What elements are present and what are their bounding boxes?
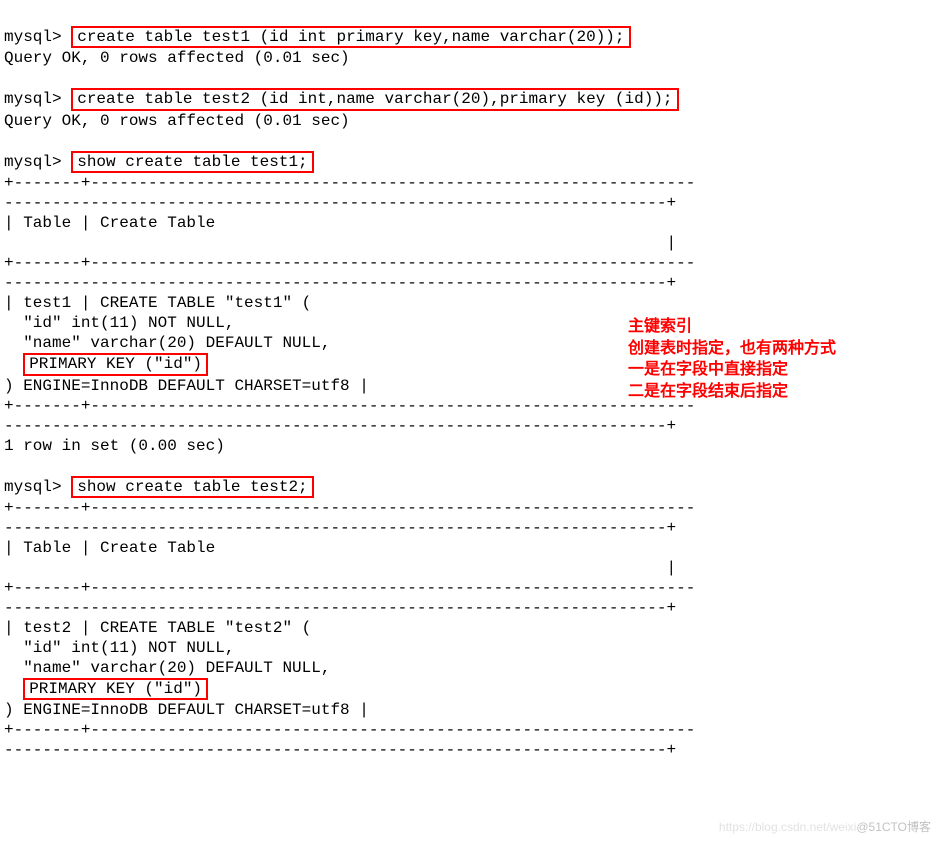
cmd-show-create-test1: show create table test1; xyxy=(71,151,313,173)
watermark-text: @51CTO博客 xyxy=(856,820,931,834)
watermark-faint: https://blog.csdn.net/weixi xyxy=(719,820,856,834)
create-table-test1-line: "id" int(11) NOT NULL, xyxy=(4,314,234,332)
table-border: +-------+-------------------------------… xyxy=(4,254,695,272)
mysql-prompt: mysql> xyxy=(4,153,62,171)
table-border: ----------------------------------------… xyxy=(4,194,676,212)
query-ok-2: Query OK, 0 rows affected (0.01 sec) xyxy=(4,112,350,130)
primary-key-line-test1: PRIMARY KEY ("id") xyxy=(23,353,208,375)
mysql-prompt: mysql> xyxy=(4,28,62,46)
table-border: ----------------------------------------… xyxy=(4,741,676,759)
table-header: | Table | Create Table xyxy=(4,214,225,232)
table-border: ----------------------------------------… xyxy=(4,417,676,435)
watermark: https://blog.csdn.net/weixi@51CTO博客 xyxy=(719,818,931,835)
annotation-line: 主键索引 xyxy=(628,316,836,338)
table-header: | xyxy=(4,559,676,577)
cmd-show-create-test2: show create table test2; xyxy=(71,476,313,498)
table-header: | Table | Create Table xyxy=(4,539,225,557)
mysql-prompt: mysql> xyxy=(4,90,62,108)
create-table-test2-line: "id" int(11) NOT NULL, xyxy=(4,639,234,657)
annotation-line: 二是在字段结束后指定 xyxy=(628,381,836,403)
rows-in-set: 1 row in set (0.00 sec) xyxy=(4,437,225,455)
primary-key-line-test2: PRIMARY KEY ("id") xyxy=(23,678,208,700)
create-table-test1-line: ) ENGINE=InnoDB DEFAULT CHARSET=utf8 | xyxy=(4,377,369,395)
create-table-test1-line: | test1 | CREATE TABLE "test1" ( xyxy=(4,294,311,312)
create-table-test2-line: "name" varchar(20) DEFAULT NULL, xyxy=(4,659,330,677)
cmd-create-test1: create table test1 (id int primary key,n… xyxy=(71,26,630,48)
annotation-line: 创建表时指定，也有两种方式 xyxy=(628,338,836,360)
table-border: ----------------------------------------… xyxy=(4,274,676,292)
table-border: +-------+-------------------------------… xyxy=(4,174,695,192)
table-border: +-------+-------------------------------… xyxy=(4,499,695,517)
table-border: ----------------------------------------… xyxy=(4,599,676,617)
annotation-line: 一是在字段中直接指定 xyxy=(628,359,836,381)
annotation-primary-key: 主键索引 创建表时指定，也有两种方式 一是在字段中直接指定 二是在字段结束后指定 xyxy=(628,316,836,402)
cmd-create-test2: create table test2 (id int,name varchar(… xyxy=(71,88,678,110)
table-border: +-------+-------------------------------… xyxy=(4,397,695,415)
query-ok-1: Query OK, 0 rows affected (0.01 sec) xyxy=(4,49,350,67)
create-table-test1-line: "name" varchar(20) DEFAULT NULL, xyxy=(4,334,330,352)
create-table-test2-line: | test2 | CREATE TABLE "test2" ( xyxy=(4,619,311,637)
table-header: | xyxy=(4,234,676,252)
table-border: ----------------------------------------… xyxy=(4,519,676,537)
table-border: +-------+-------------------------------… xyxy=(4,721,695,739)
mysql-prompt: mysql> xyxy=(4,478,62,496)
create-table-test2-line: ) ENGINE=InnoDB DEFAULT CHARSET=utf8 | xyxy=(4,701,369,719)
table-border: +-------+-------------------------------… xyxy=(4,579,695,597)
